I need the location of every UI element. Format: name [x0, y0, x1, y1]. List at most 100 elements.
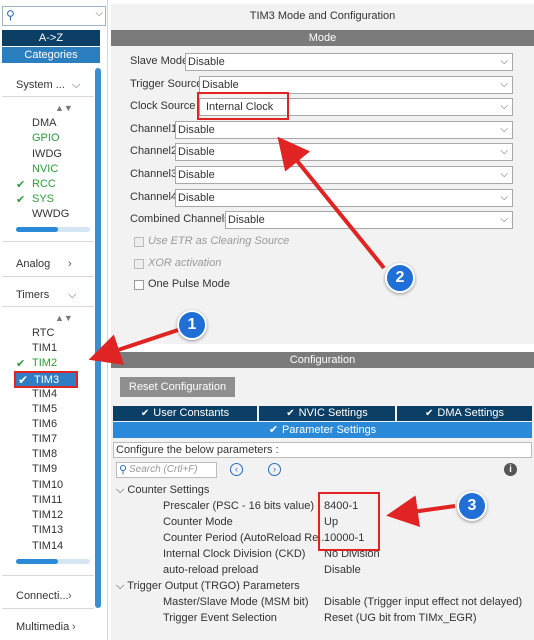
check-icon: ✔: [16, 194, 26, 206]
chevron-right-icon: ›: [68, 590, 72, 602]
select-value: Disable: [188, 56, 225, 68]
list-item-tim12[interactable]: TIM12: [32, 509, 63, 521]
list-item-nvic[interactable]: NVIC: [32, 163, 58, 175]
hscroll-thumb[interactable]: [16, 227, 58, 232]
section-label: Trigger Output (TRGO) Parameters: [127, 580, 300, 592]
list-item-tim1[interactable]: TIM1: [32, 342, 57, 354]
list-item-tim2[interactable]: TIM2: [32, 357, 57, 369]
divider: [2, 241, 94, 242]
categories-button[interactable]: Categories: [2, 47, 100, 63]
hscroll-thumb[interactable]: [16, 559, 58, 564]
check-icon: ✔: [16, 179, 26, 191]
search-icon: ⚲: [6, 8, 15, 22]
counter-mode-label: Counter Mode: [163, 516, 233, 528]
group-analog[interactable]: Analog ›: [16, 258, 72, 270]
group-timers-label: Timers: [16, 289, 50, 301]
sort-az-button[interactable]: A->Z: [2, 30, 100, 46]
use-etr-checkbox[interactable]: [134, 237, 144, 247]
tab-label: User Constants: [153, 407, 230, 419]
tab-parameter-settings[interactable]: ✔ Parameter Settings: [113, 422, 532, 438]
next-result-icon[interactable]: ›: [268, 463, 281, 476]
auto-reload-preload-value[interactable]: Disable: [324, 564, 361, 576]
combined-channels-select[interactable]: Disable ⌵: [225, 211, 513, 229]
channel4-label: Channel4: [130, 191, 178, 203]
channel2-label: Channel2: [130, 145, 178, 157]
tab-dma-settings[interactable]: ✔ DMA Settings: [397, 406, 532, 421]
highlight-clock-source: [197, 92, 289, 120]
previous-result-icon[interactable]: ‹: [230, 463, 243, 476]
clock-division-label: Internal Clock Division (CKD): [163, 548, 306, 560]
list-item-rtc[interactable]: RTC: [32, 327, 54, 339]
select-value: Disable: [178, 146, 215, 158]
use-etr-label: Use ETR as Clearing Source: [148, 235, 290, 247]
left-scrollbar[interactable]: [95, 68, 101, 608]
list-item-sys[interactable]: SYS: [32, 193, 54, 205]
chevron-down-icon: ⌵: [500, 214, 508, 225]
chevron-down-icon: ⌵: [500, 101, 508, 112]
channel2-select[interactable]: Disable ⌵: [175, 143, 513, 161]
channel3-select[interactable]: Disable ⌵: [175, 166, 513, 184]
combined-channels-label: Combined Channels: [130, 213, 230, 225]
section-label: Counter Settings: [127, 484, 210, 496]
slave-mode-select[interactable]: Disable ⌵: [185, 53, 513, 71]
tab-user-constants[interactable]: ✔ User Constants: [113, 406, 257, 421]
chevron-down-icon: ⌵: [116, 484, 128, 496]
sort-icon[interactable]: ▲▼: [55, 103, 73, 113]
channel4-select[interactable]: Disable ⌵: [175, 189, 513, 207]
msm-value[interactable]: Disable (Trigger input effect not delaye…: [324, 596, 522, 608]
trigger-output-section[interactable]: ⌵ Trigger Output (TRGO) Parameters: [116, 580, 300, 593]
auto-reload-preload-label: auto-reload preload: [163, 564, 259, 576]
search-placeholder: Search (Crtl+F): [129, 464, 198, 475]
list-item-iwdg[interactable]: IWDG: [32, 148, 62, 160]
counter-settings-section[interactable]: ⌵ Counter Settings: [116, 484, 209, 497]
list-item-tim3-selected[interactable]: ✔ TIM3: [14, 371, 78, 388]
select-value: Disable: [228, 214, 265, 226]
chevron-down-icon: ⌵: [116, 580, 128, 592]
search-input[interactable]: ⚲ ⌵: [2, 6, 106, 26]
list-item-tim7[interactable]: TIM7: [32, 433, 57, 445]
list-item-tim4[interactable]: TIM4: [32, 388, 57, 400]
tab-label: DMA Settings: [437, 407, 505, 419]
clock-source-label: Clock Source: [130, 100, 196, 112]
group-connectivity[interactable]: Connecti... ›: [16, 590, 72, 602]
list-item-tim9[interactable]: TIM9: [32, 463, 57, 475]
list-item-tim6[interactable]: TIM6: [32, 418, 57, 430]
one-pulse-mode-label: One Pulse Mode: [148, 278, 230, 290]
list-item-tim5[interactable]: TIM5: [32, 403, 57, 415]
configuration-section-header: Configuration: [111, 352, 534, 368]
divider: [2, 306, 94, 307]
mode-panel: TIM3 Mode and Configuration Mode Slave M…: [111, 4, 534, 344]
list-item-gpio[interactable]: GPIO: [32, 132, 60, 144]
list-item-tim8[interactable]: TIM8: [32, 448, 57, 460]
list-item-rcc[interactable]: RCC: [32, 178, 56, 190]
reset-configuration-button[interactable]: Reset Configuration: [120, 377, 235, 397]
trigger-source-label: Trigger Source: [130, 78, 203, 90]
group-multimedia[interactable]: Multimedia ›: [16, 621, 76, 633]
chevron-down-icon: ⌵: [500, 146, 508, 157]
channel1-select[interactable]: Disable ⌵: [175, 121, 513, 139]
one-pulse-mode-checkbox[interactable]: [134, 280, 144, 290]
list-item-tim10[interactable]: TIM10: [32, 479, 63, 491]
trigger-event-value[interactable]: Reset (UG bit from TIMx_EGR): [324, 612, 477, 624]
group-timers[interactable]: Timers ⌵: [16, 289, 76, 301]
trigger-event-label: Trigger Event Selection: [163, 612, 277, 624]
list-item-tim14[interactable]: TIM14: [32, 540, 63, 552]
chevron-down-icon[interactable]: ⌵: [95, 8, 103, 19]
list-item-dma[interactable]: DMA: [32, 117, 56, 129]
list-item-tim11[interactable]: TIM11: [32, 494, 62, 506]
sort-icon[interactable]: ▲▼: [55, 313, 73, 323]
parameter-search-input[interactable]: ⚲ Search (Crtl+F): [116, 462, 217, 478]
tab-nvic-settings[interactable]: ✔ NVIC Settings: [259, 406, 395, 421]
window-title: TIM3 Mode and Configuration: [249, 10, 396, 22]
chevron-right-icon: ›: [72, 621, 76, 633]
chevron-down-icon: ⌵: [500, 192, 508, 203]
info-icon[interactable]: i: [504, 463, 517, 476]
tab-label: NVIC Settings: [298, 407, 368, 419]
group-system[interactable]: System ... ⌵: [16, 79, 80, 91]
group-analog-label: Analog: [16, 258, 51, 270]
channel1-label: Channel1: [130, 123, 178, 135]
divider: [2, 96, 94, 97]
xor-activation-checkbox[interactable]: [134, 259, 144, 269]
list-item-tim13[interactable]: TIM13: [32, 524, 63, 536]
list-item-wwdg[interactable]: WWDG: [32, 208, 69, 220]
